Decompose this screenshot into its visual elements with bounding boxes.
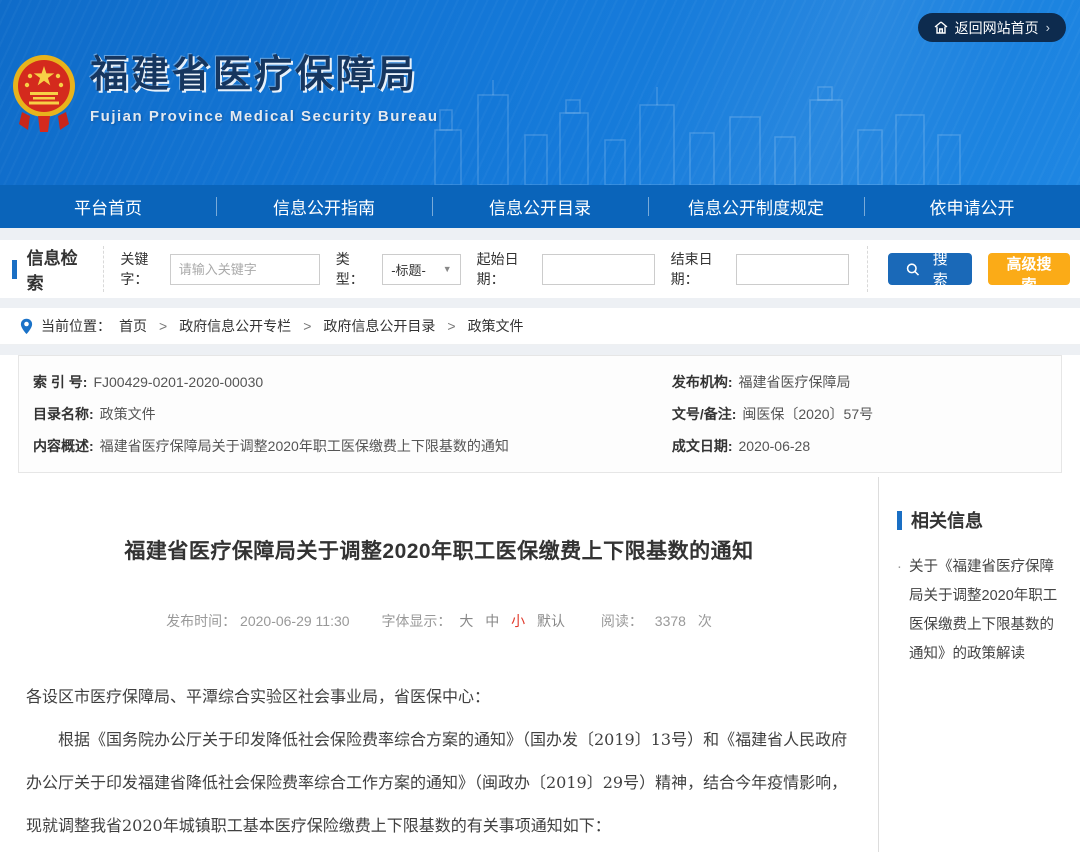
national-emblem-logo <box>12 52 76 138</box>
breadcrumb: 当前位置： 首页 > 政府信息公开专栏 > 政府信息公开目录 > 政策文件 <box>0 308 1080 345</box>
advanced-search-button[interactable]: 高级搜索 <box>988 253 1070 285</box>
read-count-unit: 次 <box>698 613 712 629</box>
meta-label: 发布机构: <box>672 366 733 398</box>
font-size-default-button[interactable]: 默认 <box>537 613 565 629</box>
start-date-label: 起始日期： <box>477 249 534 289</box>
chevron-down-icon: ▼ <box>443 264 452 274</box>
meta-label: 索 引 号: <box>33 366 87 398</box>
search-button-label: 搜索 <box>926 248 954 290</box>
nav-item-platform-home[interactable]: 平台首页 <box>0 185 216 228</box>
meta-row-index-number: 索 引 号: FJ00429-0201-2020-00030 <box>33 366 672 398</box>
meta-row-written-date: 成文日期: 2020-06-28 <box>672 430 1047 462</box>
divider <box>103 246 104 292</box>
info-search-bar: 信息检索 关键字： 类型： -标题- ▼ 起始日期： 结束日期： 搜索 高级搜索 <box>0 240 1080 298</box>
article-body: 各设区市医疗保障局、平潭综合实验区社会事业局，省医保中心： 根据《国务院办公厅关… <box>26 675 852 852</box>
read-count-label: 阅读： <box>601 613 643 629</box>
meta-row-catalog-name: 目录名称: 政策文件 <box>33 398 672 430</box>
search-section-label: 信息检索 <box>10 244 103 294</box>
related-info-title: 相关信息 <box>911 507 983 533</box>
type-label: 类型： <box>336 249 374 289</box>
site-subtitle: Fujian Province Medical Security Bureau <box>90 108 439 125</box>
meta-label: 目录名称: <box>33 398 94 430</box>
end-date-field: 结束日期： <box>671 249 849 289</box>
keyword-field: 关键字： <box>120 249 319 289</box>
article-title: 福建省医疗保障局关于调整2020年职工医保缴费上下限基数的通知 <box>26 535 852 565</box>
type-select[interactable]: -标题- ▼ <box>382 254 460 285</box>
meta-label: 文号/备注: <box>672 398 737 430</box>
breadcrumb-item-disclosure-catalog[interactable]: 政府信息公开目录 <box>323 316 435 336</box>
meta-value: 福建省医疗保障局关于调整2020年职工医保缴费上下限基数的通知 <box>100 430 509 462</box>
divider <box>867 246 868 292</box>
keyword-input[interactable] <box>170 254 320 285</box>
font-size-large-button[interactable]: 大 <box>459 613 473 629</box>
meta-value: 闽医保〔2020〕57号 <box>742 398 873 430</box>
font-size-medium-button[interactable]: 中 <box>485 613 499 629</box>
search-button[interactable]: 搜索 <box>888 253 972 285</box>
breadcrumb-item-home[interactable]: 首页 <box>119 316 147 336</box>
meta-row-issuing-agency: 发布机构: 福建省医疗保障局 <box>672 366 1047 398</box>
nav-item-apply-disclosure[interactable]: 依申请公开 <box>864 185 1080 228</box>
meta-value: 福建省医疗保障局 <box>739 366 851 398</box>
related-link-policy-interpretation[interactable]: 关于《福建省医疗保障局关于调整2020年职工医保缴费上下限基数的通知》的政策解读 <box>897 553 1066 669</box>
publish-time-value: 2020-06-29 11:30 <box>240 613 350 629</box>
article-paragraph: 按省统计局提供的2019年全省全口径城镇单位就业人员年平均工资69768元，20… <box>26 847 852 852</box>
meta-row-document-number: 文号/备注: 闽医保〔2020〕57号 <box>672 398 1047 430</box>
related-info-list: 关于《福建省医疗保障局关于调整2020年职工医保缴费上下限基数的通知》的政策解读 <box>897 553 1066 669</box>
document-meta-panel: 索 引 号: FJ00429-0201-2020-00030 目录名称: 政策文… <box>18 355 1062 473</box>
related-info-heading: 相关信息 <box>897 507 1066 533</box>
start-date-input[interactable] <box>542 254 655 285</box>
site-brand: 福建省医疗保障局 Fujian Province Medical Securit… <box>12 52 439 138</box>
font-size-controls: 字体显示： 大 中 小 默认 <box>381 613 572 629</box>
start-date-field: 起始日期： <box>477 249 655 289</box>
main-navigation: 平台首页 信息公开指南 信息公开目录 信息公开制度规定 依申请公开 <box>0 185 1080 228</box>
publish-time-label: 发布时间： <box>166 613 236 629</box>
home-icon <box>934 21 948 34</box>
location-pin-icon <box>20 318 33 335</box>
article-paragraph: 根据《国务院办公厅关于印发降低社会保险费率综合方案的通知》（国办发〔2019〕1… <box>26 718 852 847</box>
nav-item-disclosure-catalog[interactable]: 信息公开目录 <box>432 185 648 228</box>
back-to-homepage-button[interactable]: 返回网站首页 › <box>918 13 1066 42</box>
site-title: 福建省医疗保障局 <box>90 52 439 100</box>
related-info-sidebar: 相关信息 关于《福建省医疗保障局关于调整2020年职工医保缴费上下限基数的通知》… <box>878 477 1080 852</box>
type-field: 类型： -标题- ▼ <box>336 249 461 289</box>
read-count-value: 3378 <box>655 613 686 629</box>
meta-value: 2020-06-28 <box>739 430 811 462</box>
font-size-small-button[interactable]: 小 <box>511 613 525 629</box>
breadcrumb-item-policy-files[interactable]: 政策文件 <box>468 316 524 336</box>
end-date-label: 结束日期： <box>671 249 728 289</box>
type-select-value: -标题- <box>391 260 426 279</box>
font-size-label: 字体显示： <box>381 613 451 629</box>
blue-tick-decoration <box>12 260 17 279</box>
breadcrumb-separator: > <box>159 318 167 334</box>
article-main: 福建省医疗保障局关于调整2020年职工医保缴费上下限基数的通知 发布时间： 20… <box>0 473 878 852</box>
home-button-label: 返回网站首页 <box>955 18 1039 38</box>
breadcrumb-label: 当前位置： <box>41 316 111 336</box>
meta-value: 政策文件 <box>100 398 156 430</box>
city-skyline-decoration <box>430 75 990 185</box>
content-area: 索 引 号: FJ00429-0201-2020-00030 目录名称: 政策文… <box>0 355 1080 852</box>
publish-time: 发布时间： 2020-06-29 11:30 <box>166 613 353 629</box>
nav-item-disclosure-guide[interactable]: 信息公开指南 <box>216 185 432 228</box>
article-meta-row: 发布时间： 2020-06-29 11:30 字体显示： 大 中 小 默认 阅读… <box>26 611 852 631</box>
breadcrumb-separator: > <box>303 318 311 334</box>
meta-label: 内容概述: <box>33 430 94 462</box>
search-icon <box>906 262 920 277</box>
site-banner: 返回网站首页 › 福建省医疗保障局 Fujian Province Medica… <box>0 0 1080 185</box>
keyword-label: 关键字： <box>120 249 161 289</box>
meta-value: FJ00429-0201-2020-00030 <box>93 366 263 398</box>
chevron-right-icon: › <box>1046 20 1050 35</box>
nav-item-disclosure-rules[interactable]: 信息公开制度规定 <box>648 185 864 228</box>
meta-row-content-summary: 内容概述: 福建省医疗保障局关于调整2020年职工医保缴费上下限基数的通知 <box>33 430 672 462</box>
blue-tick-decoration <box>897 511 902 530</box>
article-paragraph: 各设区市医疗保障局、平潭综合实验区社会事业局，省医保中心： <box>26 675 852 718</box>
read-count: 阅读： 3378 次 <box>601 613 712 629</box>
breadcrumb-separator: > <box>447 318 455 334</box>
search-section-text: 信息检索 <box>27 244 90 294</box>
end-date-input[interactable] <box>736 254 849 285</box>
meta-label: 成文日期: <box>672 430 733 462</box>
breadcrumb-item-disclosure-column[interactable]: 政府信息公开专栏 <box>179 316 291 336</box>
